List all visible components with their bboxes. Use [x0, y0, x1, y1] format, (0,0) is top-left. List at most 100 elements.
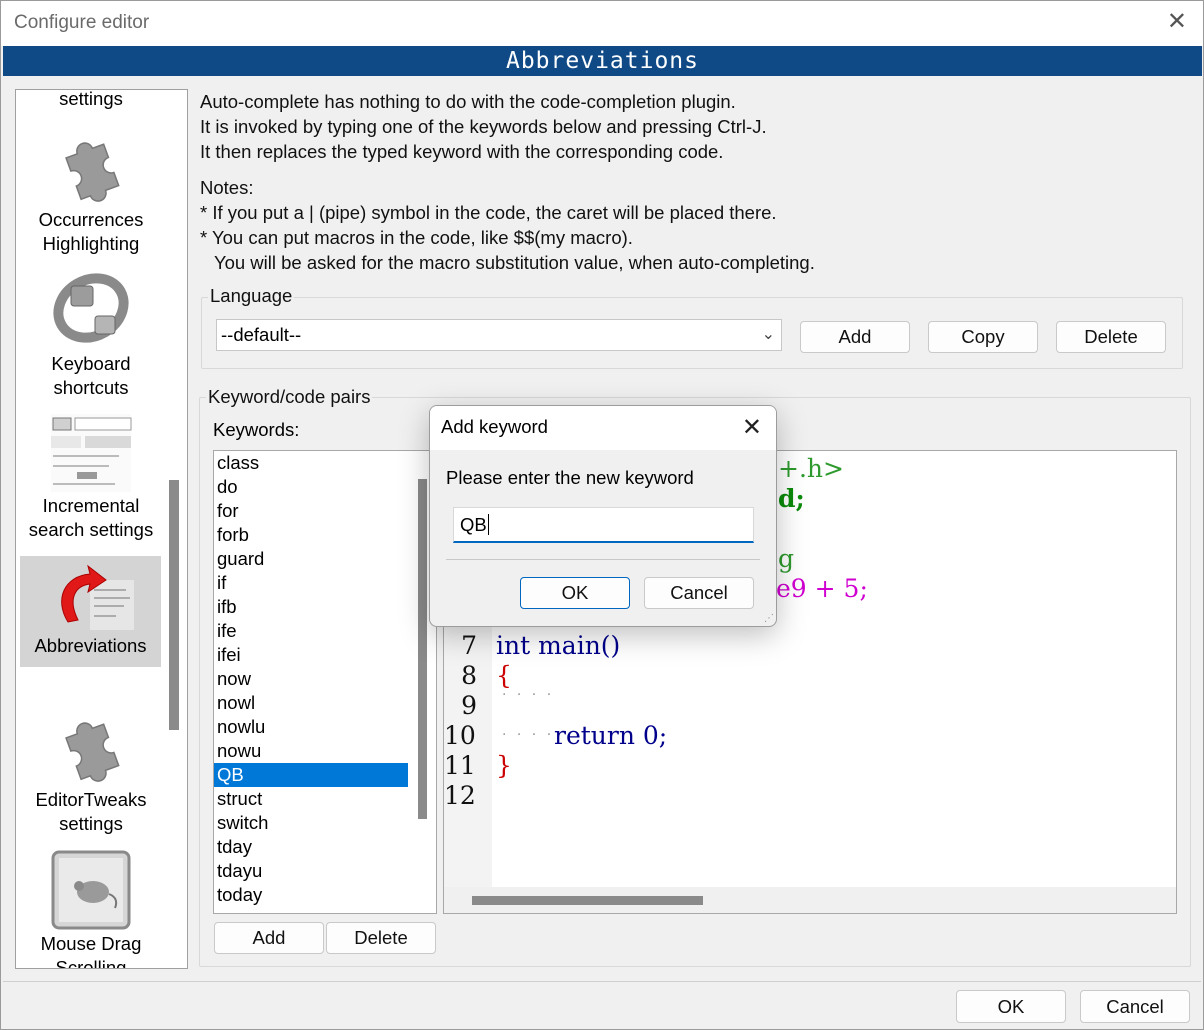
notes-line: * You can put macros in the code, like $…: [200, 227, 633, 248]
settings-sidebar[interactable]: settings Occurrences Highlighting Keyboa…: [15, 89, 188, 969]
keywords-scrollbar-thumb[interactable]: [418, 479, 427, 819]
code-fragment: g: [778, 544, 795, 573]
line-number: 9: [461, 691, 477, 720]
description-line: It is invoked by typing one of the keywo…: [200, 116, 767, 137]
window-title: Configure editor: [14, 12, 150, 33]
text-caret: [487, 514, 489, 535]
keyword-add-button[interactable]: Add: [214, 922, 324, 954]
keyword-list-item[interactable]: forb: [214, 523, 408, 547]
dialog-ok-button[interactable]: OK: [520, 577, 630, 609]
sidebar-item-editortweaks[interactable]: EditorTweaks settings: [16, 708, 166, 836]
keyboard-ring-icon: [53, 273, 129, 343]
sidebar-item-incremental-search[interactable]: Incremental search settings: [16, 412, 166, 542]
keywords-list[interactable]: class do for forb guard if ifb ife ifei now nowl no…: [213, 450, 437, 914]
whitespace-dots: · · · ·: [502, 727, 555, 743]
language-selected-value: --default--: [221, 324, 302, 345]
resize-grip-icon[interactable]: ⋰: [764, 613, 774, 624]
keyword-list-item[interactable]: today: [214, 883, 408, 907]
notes-line: * If you put a | (pipe) symbol in the co…: [200, 202, 777, 223]
keyword-list-item[interactable]: guard: [214, 547, 408, 571]
footer-separator: [3, 981, 1201, 982]
keyword-list-item[interactable]: ifei: [214, 643, 408, 667]
keyword-list-item[interactable]: nowu: [214, 739, 408, 763]
configure-editor-window: Configure editor ✕ Abbreviations setting…: [0, 0, 1204, 1030]
window-close-button[interactable]: ✕: [1167, 10, 1187, 34]
keyword-list-item[interactable]: nowlu: [214, 715, 408, 739]
sidebar-item-mouse-drag-scrolling[interactable]: Mouse Drag Scrolling: [16, 848, 166, 969]
keyword-list-item[interactable]: struct: [214, 787, 408, 811]
sidebar-item-label: Occurrences Highlighting: [38, 209, 144, 254]
keyword-code-pairs-label: Keyword/code pairs: [206, 386, 373, 408]
keyword-list-item[interactable]: tdayu: [214, 859, 408, 883]
chevron-down-icon: ⌄: [761, 326, 775, 343]
sidebar-item-abbreviations[interactable]: Abbreviations: [20, 556, 161, 667]
code-fragment: e9 + 5;: [776, 574, 868, 603]
keyword-delete-button[interactable]: Delete: [326, 922, 436, 954]
notes-heading: Notes:: [200, 177, 254, 198]
keyword-list-item[interactable]: now: [214, 667, 408, 691]
dialog-cancel-button[interactable]: Cancel: [644, 577, 754, 609]
code-line: return 0;: [554, 721, 668, 750]
incremental-search-icon: [51, 414, 132, 492]
language-copy-button[interactable]: Copy: [928, 321, 1038, 353]
description-text: Auto-complete has nothing to do with the…: [200, 89, 815, 275]
keyword-list-item[interactable]: switch: [214, 811, 408, 835]
keyword-list-item[interactable]: class: [214, 451, 408, 475]
abbreviations-icon: [60, 564, 134, 630]
dialog-prompt: Please enter the new keyword: [446, 467, 694, 488]
keyword-list-item[interactable]: if: [214, 571, 408, 595]
keyword-list-item[interactable]: ife: [214, 619, 408, 643]
footer-cancel-button[interactable]: Cancel: [1080, 990, 1190, 1023]
dialog-title: Add keyword: [441, 416, 548, 437]
keyword-list-item[interactable]: nowl: [214, 691, 408, 715]
language-delete-button[interactable]: Delete: [1056, 321, 1166, 353]
sidebar-item-label: Keyboard shortcuts: [51, 353, 131, 398]
code-line: }: [496, 751, 512, 780]
sidebar-item-label: EditorTweaks settings: [35, 789, 147, 834]
whitespace-dots: · · · ·: [502, 687, 555, 703]
keywords-list-items: class do for forb guard if ifb ife ifei now nowl no…: [214, 451, 436, 907]
new-keyword-value: QB: [460, 514, 487, 535]
new-keyword-input[interactable]: QB: [453, 507, 754, 543]
dialog-close-button[interactable]: ✕: [742, 413, 762, 442]
puzzle-icon: [65, 722, 120, 782]
sidebar-item-label: Abbreviations: [34, 635, 147, 656]
sidebar-item-label: settings: [59, 89, 123, 109]
title-bar: Configure editor ✕: [1, 1, 1203, 46]
code-line: int main(): [496, 631, 621, 660]
language-add-button[interactable]: Add: [800, 321, 910, 353]
sidebar-item-settings[interactable]: settings: [16, 89, 166, 111]
keywords-label: Keywords:: [213, 419, 300, 440]
language-group-label: Language: [208, 285, 295, 307]
sidebar-item-occurrences-highlighting[interactable]: Occurrences Highlighting: [16, 128, 166, 256]
add-keyword-dialog: Add keyword ✕ Please enter the new keywo…: [429, 405, 777, 627]
sidebar-scrollbar-thumb[interactable]: [169, 480, 179, 730]
description-line: Auto-complete has nothing to do with the…: [200, 91, 736, 112]
sidebar-item-label: Mouse Drag Scrolling: [40, 933, 142, 969]
language-select[interactable]: --default-- ⌄: [216, 319, 782, 351]
line-number: 7: [461, 631, 477, 660]
dialog-title-bar: Add keyword ✕: [430, 406, 776, 450]
dialog-separator: [446, 559, 760, 560]
line-number: 11: [444, 751, 476, 780]
keyword-list-item[interactable]: ifb: [214, 595, 408, 619]
sidebar-item-label: Incremental search settings: [28, 495, 154, 540]
keyword-list-item[interactable]: do: [214, 475, 408, 499]
footer-ok-button[interactable]: OK: [956, 990, 1066, 1023]
line-number: 10: [444, 721, 476, 750]
description-line: It then replaces the typed keyword with …: [200, 141, 724, 162]
code-fragment: +.h>: [778, 454, 844, 483]
editor-horizontal-scrollbar[interactable]: [444, 887, 1176, 913]
mouse-scroll-icon: [51, 850, 131, 930]
keyword-list-item[interactable]: QB: [214, 763, 408, 787]
puzzle-icon: [65, 142, 120, 202]
code-fragment: d;: [778, 484, 805, 513]
editor-scrollbar-thumb[interactable]: [472, 896, 703, 905]
line-number: 8: [461, 661, 477, 690]
notes-line: You will be asked for the macro substitu…: [204, 252, 815, 273]
keyword-list-item[interactable]: tday: [214, 835, 408, 859]
line-number: 12: [444, 781, 476, 810]
sidebar-item-keyboard-shortcuts[interactable]: Keyboard shortcuts: [16, 268, 166, 400]
code-line: {: [496, 661, 512, 690]
keyword-list-item[interactable]: for: [214, 499, 408, 523]
